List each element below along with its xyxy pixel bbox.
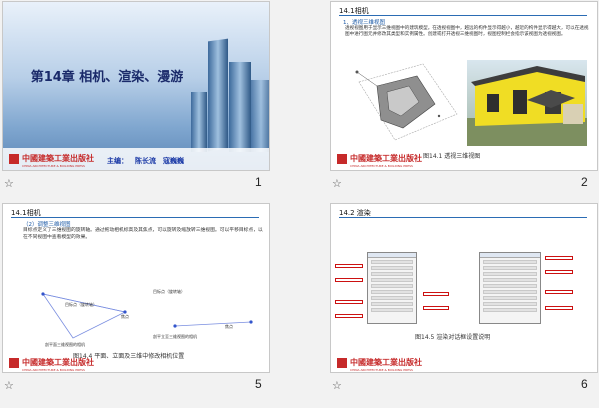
authors-label: 主编： — [107, 157, 128, 165]
floor-plan-image — [347, 58, 465, 144]
target-point-label: 目标点（旋转轴） — [153, 289, 185, 294]
focus-point-label: 焦点 — [225, 324, 233, 329]
header-rule — [339, 15, 587, 16]
slide-number: 5 — [255, 377, 262, 391]
star-icon[interactable]: ☆ — [332, 177, 342, 190]
publisher-logo-icon — [337, 154, 347, 164]
publisher-name-en: CHINA ARCHITECTURE & BUILDING PRESS — [22, 164, 85, 168]
header-rule — [11, 217, 259, 218]
elevation-camera-label: 剖平立至三维视图的相机 — [153, 334, 197, 339]
annotation-box — [335, 314, 363, 318]
slide-thumbnail-2[interactable]: 14.1相机 1、透视三维视图 透视视图用于显示三维视图中的建筑模型。在透视视图… — [330, 1, 598, 171]
annotation-box — [545, 306, 573, 310]
slide-subtitle: （2）调整三维视图 — [23, 222, 71, 228]
slide-number: 2 — [581, 175, 588, 189]
slide-subtitle: 1、透视三维视图 — [343, 20, 385, 26]
building-image — [251, 80, 269, 152]
slide-paragraph: 透视视图用于显示三维视图中的建筑模型。在透视视图中，越远的构件显示得越小，越近的… — [345, 26, 589, 37]
slide-thumbnail-5[interactable]: 14.1相机 （2）调整三维视图 目标点定义了三维视图的旋转轴。通过拖动相机标高… — [2, 203, 270, 373]
publisher-name-en: CHINA ARCHITECTURE & BUILDING PRESS — [22, 368, 85, 372]
annotation-box — [423, 292, 449, 296]
annotation-box — [423, 306, 449, 310]
building-image — [229, 62, 251, 152]
publisher-logo-icon — [9, 358, 19, 368]
publisher-name-en: CHINA ARCHITECTURE & BUILDING PRESS — [350, 164, 413, 168]
building-image — [208, 38, 228, 152]
slide-title: 第14章 相机、渲染、漫游 — [30, 70, 184, 85]
publisher-name: 中國建築工業出版社 — [22, 153, 94, 163]
slide-thumbnail-1[interactable]: 第14章 相机、渲染、漫游 中國建築工業出版社 CHINA ARCHITECTU… — [2, 1, 270, 171]
star-icon[interactable]: ☆ — [4, 379, 14, 392]
slide-number: 1 — [255, 175, 262, 189]
publisher-name: 中國建築工業出版社 — [350, 357, 422, 367]
slide-thumbnail-6[interactable]: 14.2 渲染 图14.5 渲染对话框设置说明 中國建築工業出版社 CHINA … — [330, 203, 598, 373]
building-image — [191, 92, 207, 152]
publisher-logo-icon — [337, 358, 347, 368]
focus-point-label: 焦点 — [121, 314, 129, 319]
header-rule — [339, 217, 587, 218]
publisher-name: 中國建築工業出版社 — [350, 153, 422, 163]
star-icon[interactable]: ☆ — [332, 379, 342, 392]
publisher-name: 中國建築工業出版社 — [22, 357, 94, 367]
target-point-label: 目标点（旋转轴） — [65, 302, 97, 307]
star-icon[interactable]: ☆ — [4, 177, 14, 190]
authors: 陈长流 寇巍巍 — [135, 157, 184, 165]
figure-caption: 图14.5 渲染对话框设置说明 — [415, 334, 491, 341]
camera-diagram — [41, 292, 253, 339]
publisher-name-en: CHINA ARCHITECTURE & BUILDING PRESS — [350, 368, 413, 372]
slide-paragraph: 目标点定义了三维视图的旋转轴。通过拖动相机标高及其焦点，可以旋转及缩放转三维视图… — [23, 228, 263, 240]
annotation-box — [545, 256, 573, 260]
annotation-box — [545, 270, 573, 274]
annotation-box — [335, 278, 363, 282]
annotation-box — [335, 264, 363, 268]
slide-number: 6 — [581, 377, 588, 391]
figure-caption: 图14.1 透视三维视图 — [423, 153, 481, 160]
annotation-box — [335, 300, 363, 304]
publisher-logo-icon — [9, 154, 19, 164]
annotation-box — [545, 290, 573, 294]
plan-camera-label: 剖平面三维视图的相机 — [45, 342, 85, 347]
render-dialog-image — [367, 252, 417, 324]
perspective-render-image — [467, 60, 587, 146]
render-dialog-image — [479, 252, 541, 324]
